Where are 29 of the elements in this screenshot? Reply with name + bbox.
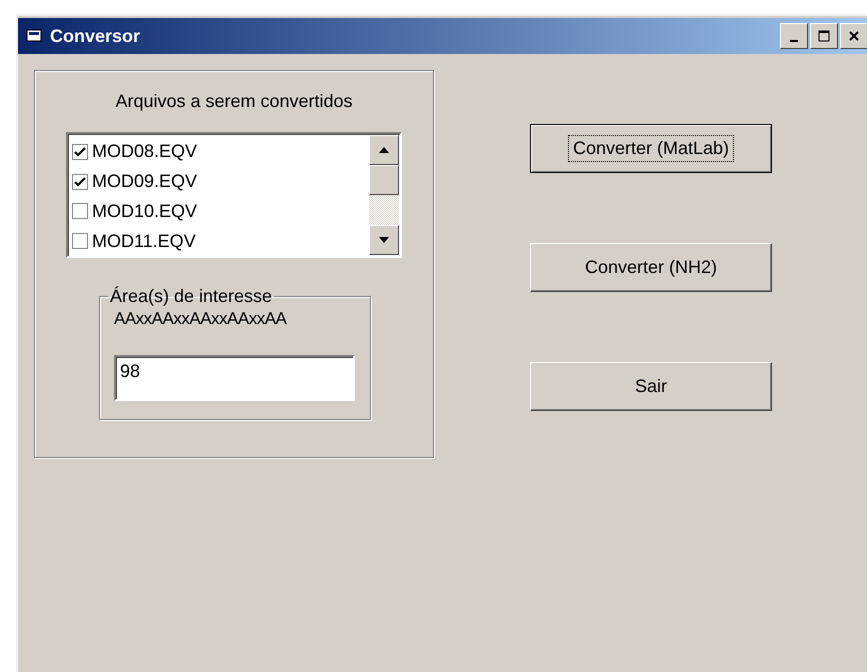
action-button[interactable]: Sair	[530, 362, 772, 411]
file-name[interactable]: MOD09.EQV	[92, 171, 198, 192]
maximize-icon	[817, 29, 831, 43]
window-title: Conversor	[50, 26, 142, 46]
scrollbar[interactable]	[369, 135, 399, 255]
checkbox[interactable]	[72, 174, 88, 190]
input-field[interactable]: 98	[114, 355, 355, 401]
file-name[interactable]: MOD08.EQV	[92, 141, 198, 162]
scroll-up-button[interactable]	[369, 135, 399, 165]
close-icon	[848, 30, 860, 42]
file-name[interactable]: MOD11.EQV	[92, 230, 196, 252]
action-button[interactable]: Converter (MatLab)	[530, 124, 772, 173]
maximize-button[interactable]	[810, 23, 838, 49]
app-icon	[26, 28, 44, 44]
checkbox[interactable]	[72, 233, 88, 250]
format-mask: AAxxAAxxAAxxAAxxAA	[114, 309, 288, 329]
scroll-down-button[interactable]	[369, 225, 399, 255]
checkbox[interactable]	[72, 144, 88, 160]
close-button[interactable]	[840, 23, 867, 49]
file-name[interactable]: MOD10.EQV	[92, 200, 198, 222]
action-button[interactable]: Converter (NH2)	[530, 243, 772, 292]
checkbox[interactable]	[72, 203, 88, 220]
group-title: Arquivos a serem convertidos	[115, 91, 353, 112]
scroll-thumb[interactable]	[369, 165, 399, 195]
minimize-icon	[790, 40, 798, 42]
minimize-button[interactable]	[780, 23, 808, 49]
up-arrow-icon	[378, 146, 390, 154]
down-arrow-icon	[378, 236, 390, 244]
group-legend: Área(s) de interesse	[108, 286, 274, 307]
